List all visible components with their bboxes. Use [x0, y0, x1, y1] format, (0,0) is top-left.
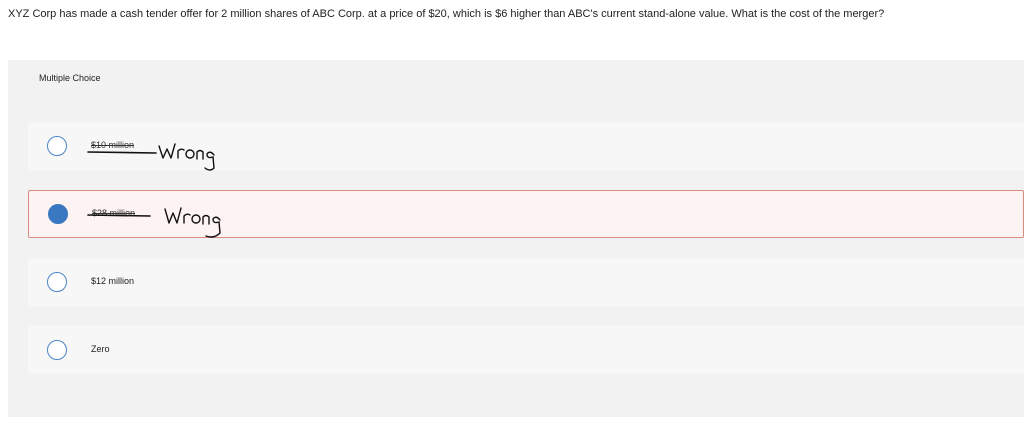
handwritten-annotation-wrong-1 [87, 143, 215, 171]
panel-header: Multiple Choice [39, 73, 101, 83]
option-c[interactable]: $12 million [28, 258, 1024, 306]
option-label: $12 million [91, 276, 135, 286]
option-d[interactable]: Zero [28, 326, 1024, 374]
question-text: XYZ Corp has made a cash tender offer fo… [8, 8, 885, 20]
radio-button[interactable] [47, 340, 67, 360]
radio-button[interactable] [47, 136, 67, 156]
radio-button-selected[interactable] [48, 204, 68, 224]
handwritten-annotation-wrong-2 [87, 207, 221, 238]
radio-button[interactable] [47, 272, 67, 292]
option-label: Zero [91, 344, 110, 354]
